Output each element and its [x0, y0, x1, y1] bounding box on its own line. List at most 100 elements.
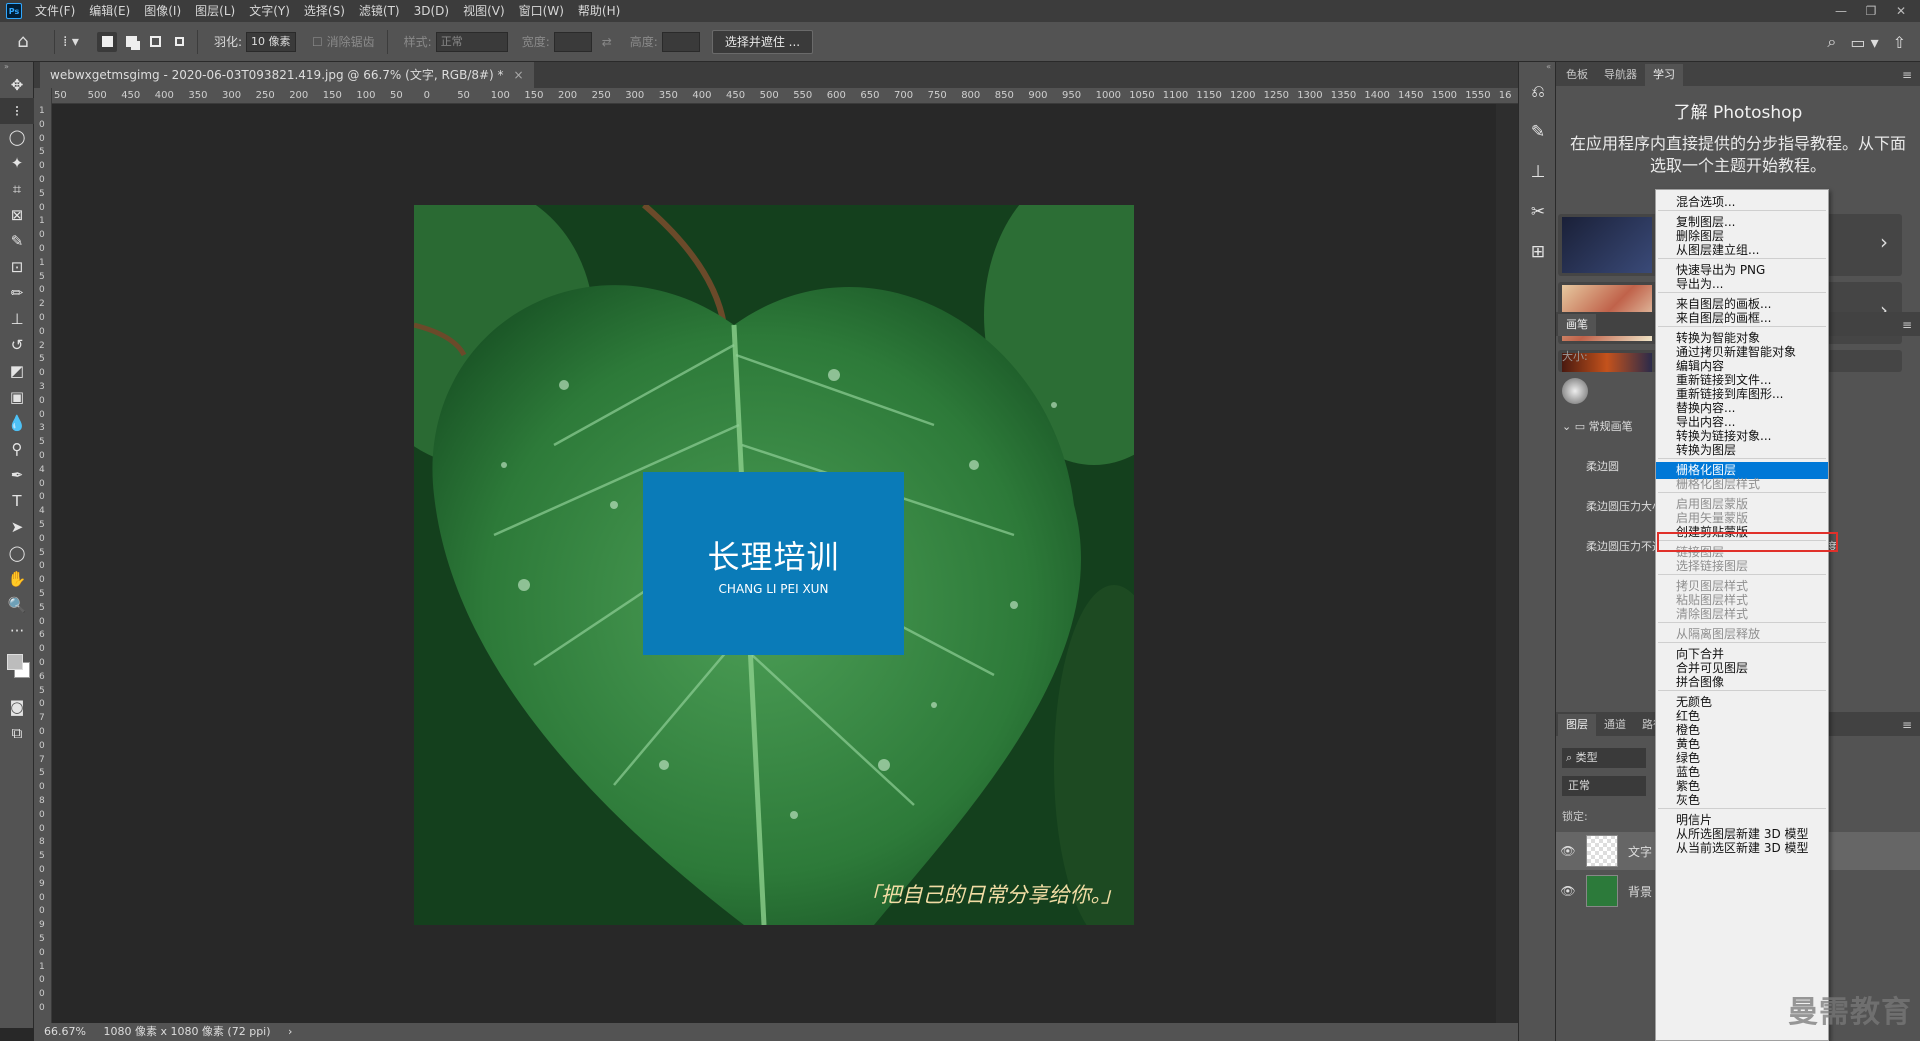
visibility-eye-icon[interactable]: 👁 — [1556, 844, 1580, 858]
ruler-tick-label: 0 — [39, 478, 45, 489]
frame-tool-icon[interactable]: ⊠ — [0, 202, 34, 228]
path-selection-icon[interactable]: ➤ — [0, 514, 34, 540]
brush-item[interactable]: 柔边圆压力不透 — [1586, 538, 1663, 554]
context-menu-item[interactable]: 从图层建立组... — [1656, 242, 1828, 259]
foreground-color-swatch[interactable] — [7, 654, 23, 670]
close-icon[interactable]: ✕ — [1886, 0, 1916, 22]
ellipse-tool-icon[interactable]: ◯ — [0, 540, 34, 566]
blend-mode-select[interactable]: 正常 — [1562, 776, 1646, 796]
style-select[interactable]: 正常 — [435, 31, 508, 52]
document-tab[interactable]: webwxgetmsgimg - 2020-06-03T093821.419.j… — [40, 62, 534, 88]
tab-brush[interactable]: 画笔 — [1558, 314, 1596, 336]
crop-tool-icon[interactable]: ⌗ — [0, 176, 34, 202]
document-image[interactable]: 长理培训 CHANG LI PEI XUN 「把自己的日常分享给你。」 — [414, 205, 1134, 925]
type-tool-icon[interactable]: T — [0, 488, 34, 514]
width-input[interactable] — [553, 31, 592, 52]
menu-item[interactable]: 图像(I) — [137, 0, 188, 22]
workspace-icon[interactable]: ▭ ▾ — [1850, 33, 1878, 52]
visibility-eye-icon[interactable]: 👁 — [1556, 884, 1580, 898]
tab-channels[interactable]: 通道 — [1596, 714, 1634, 736]
ruler-tick-label: 1000 — [1095, 90, 1122, 101]
minimize-icon[interactable]: — — [1826, 0, 1856, 22]
panel-menu-icon[interactable]: ≡ — [1902, 314, 1920, 336]
gradient-tool-icon[interactable]: ▣ — [0, 384, 34, 410]
marquee-tool-icon[interactable]: ⁝ — [0, 98, 34, 124]
collapse-icon[interactable]: » — [0, 62, 33, 72]
pen-tool-icon[interactable]: ✒ — [0, 462, 34, 488]
context-menu-item[interactable]: 从当前选区新建 3D 模型 — [1656, 840, 1828, 857]
context-menu-item[interactable]: 灰色 — [1656, 792, 1828, 809]
lasso-tool-icon[interactable]: ◯ — [0, 124, 34, 150]
tools-preset-icon[interactable]: ✂ — [1519, 192, 1557, 232]
brush-group[interactable]: ⌄ ▭ 常规画笔 — [1562, 418, 1633, 434]
chevron-right-icon[interactable]: › — [1880, 230, 1888, 254]
panel-menu-icon[interactable]: ≡ — [1902, 64, 1920, 86]
vertical-scrollbar[interactable] — [1496, 104, 1518, 1023]
move-tool-icon[interactable]: ✥ — [0, 72, 34, 98]
dodge-tool-icon[interactable]: ⚲ — [0, 436, 34, 462]
context-menu-item[interactable]: 拼合图像 — [1656, 674, 1828, 691]
intersect-selection-icon[interactable] — [169, 32, 189, 52]
tab-learn[interactable]: 学习 — [1645, 64, 1683, 86]
zoom-tool-icon[interactable]: 🔍 — [0, 592, 34, 618]
menu-item[interactable]: 文件(F) — [28, 0, 82, 22]
magic-wand-icon[interactable]: ✦ — [0, 150, 34, 176]
menu-item[interactable]: 3D(D) — [407, 0, 456, 22]
search-icon[interactable]: ⌕ — [1827, 32, 1836, 52]
history-brush-icon[interactable]: ↺ — [0, 332, 34, 358]
screen-mode-icon[interactable]: ⧉ — [0, 720, 34, 746]
menu-item[interactable]: 文字(Y) — [242, 0, 297, 22]
menu-item[interactable]: 滤镜(T) — [352, 0, 407, 22]
swap-icon[interactable]: ⇄ — [602, 35, 612, 49]
tab-layers[interactable]: 图层 — [1558, 714, 1596, 736]
new-selection-icon[interactable] — [97, 31, 117, 52]
share-icon[interactable]: ⇧ — [1893, 33, 1906, 52]
close-tab-icon[interactable]: × — [514, 68, 524, 82]
menu-item[interactable]: 视图(V) — [456, 0, 512, 22]
clone-source-icon[interactable]: ⊥ — [1519, 152, 1557, 192]
blur-tool-icon[interactable]: 💧 — [0, 410, 34, 436]
menu-bar: Ps 文件(F) 编辑(E) 图像(I) 图层(L) 文字(Y) 选择(S) 滤镜(T) 3D… — [0, 0, 1920, 22]
restore-icon[interactable]: ❐ — [1856, 0, 1886, 22]
marquee-tool-preset-icon[interactable]: ⁞ ▾ — [63, 34, 89, 50]
eyedropper-icon[interactable]: ✎ — [0, 228, 34, 254]
zoom-level[interactable]: 66.67% — [44, 1025, 86, 1038]
clone-stamp-icon[interactable]: ⊥ — [0, 306, 34, 332]
context-menu-item[interactable]: 混合选项... — [1656, 194, 1828, 211]
brush-tool-icon[interactable]: ✏ — [0, 280, 34, 306]
brush-preview[interactable] — [1562, 378, 1588, 404]
libraries-icon[interactable]: ⊞ — [1519, 232, 1557, 272]
collapse-icon[interactable]: « — [1519, 62, 1555, 72]
menu-separator — [1658, 574, 1826, 575]
select-and-mask-button[interactable]: 选择并遮住 ... — [711, 29, 814, 54]
context-menu-item[interactable]: 导出为... — [1656, 276, 1828, 293]
layer-filter-select[interactable]: ⌕ 类型 — [1562, 748, 1646, 768]
photoshop-logo-icon[interactable]: Ps — [6, 3, 22, 19]
context-menu-item[interactable]: 来自图层的画框... — [1656, 310, 1828, 327]
menu-item[interactable]: 编辑(E) — [82, 0, 137, 22]
tab-navigator[interactable]: 导航器 — [1596, 64, 1645, 86]
antialias-checkbox[interactable]: ☐ 消除锯齿 — [312, 33, 375, 50]
history-panel-icon[interactable]: ⎌ — [1519, 72, 1557, 112]
brush-item[interactable]: 柔边圆 — [1586, 458, 1619, 474]
height-input[interactable] — [661, 31, 700, 52]
hand-tool-icon[interactable]: ✋ — [0, 566, 34, 592]
more-tools-icon[interactable]: ··· — [0, 618, 34, 644]
menu-item[interactable]: 图层(L) — [188, 0, 242, 22]
menu-item[interactable]: 窗口(W) — [512, 0, 571, 22]
menu-item[interactable]: 帮助(H) — [571, 0, 627, 22]
healing-brush-icon[interactable]: ⊡ — [0, 254, 34, 280]
add-selection-icon[interactable] — [121, 32, 141, 52]
context-menu-item[interactable]: 转换为图层 — [1656, 442, 1828, 459]
quick-mask-icon[interactable]: ◙ — [0, 694, 34, 720]
menu-item[interactable]: 选择(S) — [297, 0, 352, 22]
status-arrow-icon[interactable]: › — [288, 1025, 292, 1038]
eraser-icon[interactable]: ◩ — [0, 358, 34, 384]
home-icon[interactable]: ⌂ — [0, 31, 46, 52]
brush-settings-icon[interactable]: ✎ — [1519, 112, 1557, 152]
subtract-selection-icon[interactable] — [145, 32, 165, 52]
panel-menu-icon[interactable]: ≡ — [1902, 714, 1920, 736]
brush-item[interactable]: 柔边圆压力大小 — [1586, 498, 1663, 514]
feather-input[interactable]: 10 像素 — [246, 31, 297, 52]
tab-swatches[interactable]: 色板 — [1558, 64, 1596, 86]
